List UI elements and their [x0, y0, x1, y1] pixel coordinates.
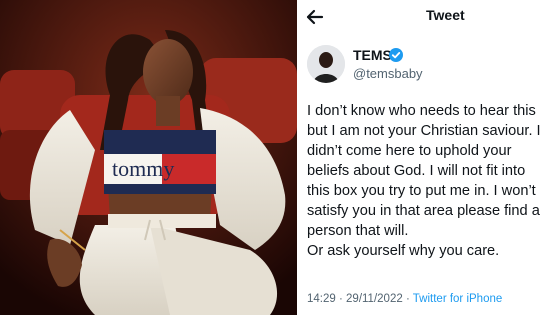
- tweet-text: I don’t know who needs to hear this but …: [307, 101, 560, 261]
- tweet-line: didn’t come here to uphold your: [307, 143, 512, 159]
- tweet-date: 29/11/2022: [346, 293, 403, 305]
- shirt-text: tommy: [112, 156, 174, 181]
- verified-badge-icon: [389, 48, 403, 62]
- tweet-line: I don’t know who needs to hear this: [307, 103, 536, 119]
- tweet-time: 14:29: [307, 293, 336, 305]
- tweet-line: satisfy you in that area please find a: [307, 203, 540, 219]
- header-title: Tweet: [426, 7, 465, 23]
- tweet-line: Or ask yourself why you care.: [307, 243, 500, 259]
- tweet-line: beliefs about God. I will not fit into: [307, 163, 526, 179]
- tweet-line: but I am not your Christian saviour. I: [307, 123, 541, 139]
- tweet-metadata: 14:29 · 29/11/2022 · Twitter for iPhone: [307, 293, 502, 305]
- avatar[interactable]: [307, 45, 345, 83]
- meta-separator: ·: [405, 293, 410, 305]
- tweet-line: this box you try to put me in. I won’t: [307, 183, 536, 199]
- author-name[interactable]: TEMS: [353, 47, 392, 63]
- photo-panel: tommy: [0, 0, 297, 315]
- tweet-header: Tweet: [301, 0, 560, 34]
- back-arrow-icon[interactable]: [303, 6, 325, 28]
- tweet-source-link[interactable]: Twitter for iPhone: [413, 293, 502, 305]
- tweet-line: person that will.: [307, 223, 409, 239]
- woman-photo: tommy: [0, 0, 297, 315]
- meta-separator: ·: [338, 293, 343, 305]
- author-handle[interactable]: @temsbaby: [353, 66, 423, 81]
- tweet-panel: Tweet TEMS @temsbaby I don’t know who ne…: [301, 0, 560, 315]
